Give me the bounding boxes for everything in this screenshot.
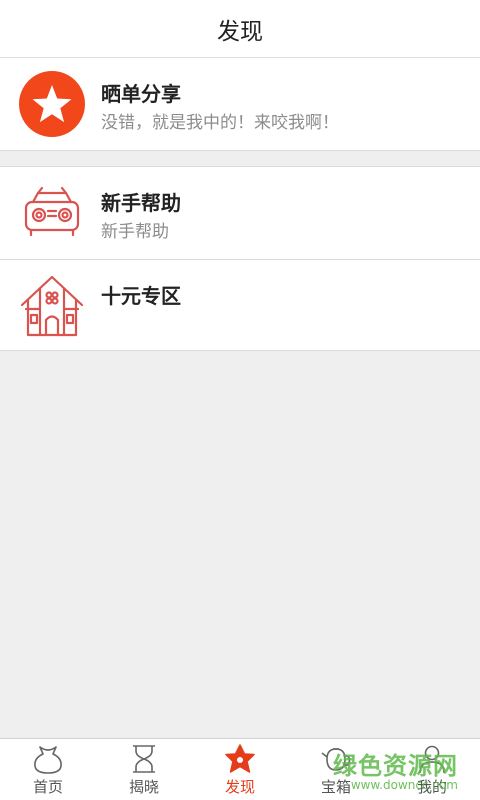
tab-label: 揭晓 (128, 778, 159, 796)
item-title: 十元专区 (101, 284, 181, 308)
page-title: 发现 (217, 18, 263, 45)
item-subtitle: 没错，就是我中的！来咬我啊！ (101, 113, 339, 133)
bag-icon (31, 744, 65, 774)
list-item-share-orders[interactable]: 晒单分享 没错，就是我中的！来咬我啊！ (0, 58, 480, 150)
tab-home[interactable]: 首页 (0, 739, 96, 800)
list-item-beginner-help[interactable]: 新手帮助 新手帮助 (0, 167, 480, 259)
item-title: 新手帮助 (101, 191, 181, 215)
tab-label: 宝箱 (320, 778, 351, 796)
list-section-share: 晒单分享 没错，就是我中的！来咬我啊！ (0, 58, 480, 151)
list-item-ten-yuan-zone[interactable]: 十元专区 (0, 259, 480, 351)
car-icon (19, 180, 85, 246)
top-nav-bar: 发现 (0, 0, 480, 58)
person-icon (415, 744, 449, 774)
star-badge-icon (223, 744, 257, 774)
house-icon (19, 273, 85, 339)
teapot-icon (319, 744, 353, 774)
bottom-tab-bar: 首页 揭晓 发现 宝箱 我的 (0, 738, 480, 800)
item-subtitle: 新手帮助 (101, 222, 169, 242)
tab-treasure-box[interactable]: 宝箱 (288, 739, 384, 800)
tab-discover[interactable]: 发现 (192, 739, 288, 800)
app-screen: 发现 晒单分享 没错，就是我中的！来咬我啊！ 新手帮助 新手帮助 十元专区 首页… (0, 0, 480, 800)
item-title: 晒单分享 (101, 82, 181, 106)
hourglass-icon (127, 744, 161, 774)
tab-label: 发现 (224, 778, 255, 796)
tab-mine[interactable]: 我的 (384, 739, 480, 800)
star-icon (19, 71, 85, 137)
list-section-help: 新手帮助 新手帮助 十元专区 (0, 166, 480, 351)
tab-label: 首页 (32, 778, 63, 796)
tab-reveal[interactable]: 揭晓 (96, 739, 192, 800)
tab-label: 我的 (416, 778, 447, 796)
